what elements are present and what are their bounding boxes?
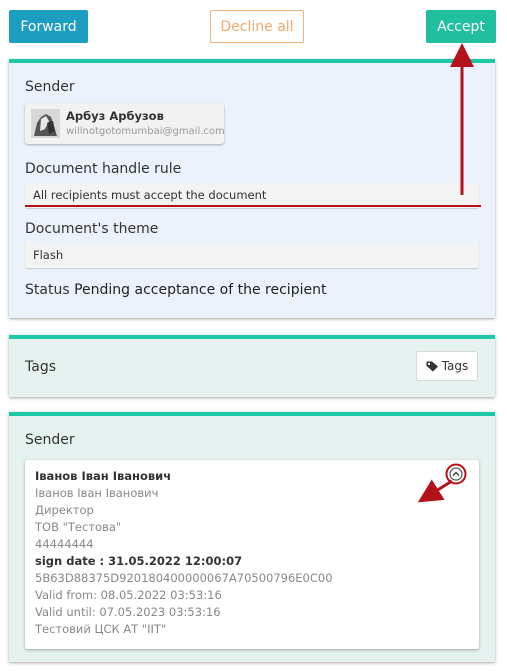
decline-all-button[interactable]: Decline all [210, 10, 304, 43]
document-info-panel: Sender Арбуз Арбузов willnotgotomumbai@g… [9, 59, 495, 318]
theme-field[interactable]: Flash [25, 243, 479, 268]
handle-rule-annotation-underline [25, 205, 481, 207]
sender-card[interactable]: Арбуз Арбузов willnotgotomumbai@gmail.co… [25, 103, 225, 144]
certificate-issuer: Тестовий ЦСК АТ "ІІТ" [35, 622, 167, 636]
tags-panel: Tags Tags [9, 335, 495, 397]
avatar-image-icon [31, 109, 60, 138]
tags-heading: Tags [25, 359, 56, 375]
signature-card: Іванов Іван Іванович Іванов Іван Іванови… [25, 460, 479, 649]
tags-button-label: Tags [441, 359, 469, 373]
signer-bold-name: Іванов Іван Іванович [35, 469, 172, 483]
sender-name: Арбуз Арбузов [66, 109, 164, 123]
sign-date-label: sign date : [35, 554, 105, 568]
signer-name: Іванов Іван Іванович [35, 486, 159, 500]
accept-button[interactable]: Accept [426, 10, 496, 43]
sender-heading: Sender [25, 79, 75, 95]
certificate-serial: 5B63D88375D920180400000067A70500796E0C00 [35, 571, 333, 585]
signer-position: Директор [35, 503, 94, 517]
sender-email: willnotgotomumbai@gmail.com [66, 126, 225, 137]
tag-icon [426, 361, 438, 371]
signer-code: 44444444 [35, 537, 94, 551]
signature-panel: Sender Іванов Іван Іванович Іванов Іван … [9, 412, 495, 662]
handle-rule-heading: Document handle rule [25, 161, 182, 177]
collapse-signature-button[interactable] [445, 463, 467, 485]
status-label: Status [25, 282, 70, 298]
sender-avatar [31, 109, 60, 138]
status-value: Pending acceptance of the recipient [74, 282, 327, 298]
sign-date: sign date : 31.05.2022 12:00:07 [35, 554, 242, 568]
tags-button[interactable]: Tags [416, 351, 478, 381]
signature-heading: Sender [25, 432, 75, 448]
sign-date-value: 31.05.2022 12:00:07 [108, 554, 243, 568]
signer-organization: ТОВ "Тестова" [35, 520, 122, 534]
forward-button[interactable]: Forward [9, 10, 88, 43]
status-line: Status Pending acceptance of the recipie… [25, 282, 326, 298]
chevron-up-icon [445, 463, 467, 485]
valid-from: Valid from: 08.05.2022 03:53:16 [35, 588, 222, 602]
theme-heading: Document's theme [25, 221, 159, 237]
valid-until: Valid until: 07.05.2023 03:53:16 [35, 605, 221, 619]
